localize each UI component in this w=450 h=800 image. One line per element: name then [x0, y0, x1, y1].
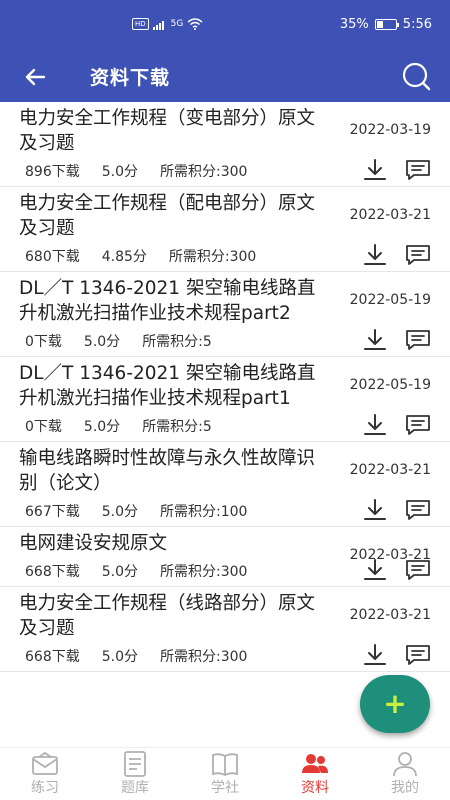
battery-percent: 35%	[339, 17, 369, 32]
item-title: 电力安全工作规程（配电部分）原文及习题	[19, 193, 316, 239]
nav-label: 资料	[301, 780, 329, 796]
item-title: DL／T 1346-2021 架空输电线路直升机激光扫描作业技术规程part2	[19, 278, 316, 324]
item-title: 电力安全工作规程（线路部分）原文及习题	[19, 593, 316, 639]
status-left: HD 5G	[132, 18, 203, 30]
nav-label: 题库	[121, 780, 149, 796]
back-arrow-icon[interactable]	[20, 62, 50, 92]
bottom-nav: 练习 题库 学社 资料 我的	[0, 747, 450, 800]
download-count: 0下载	[25, 334, 62, 350]
app-bar: 资料下载	[0, 52, 450, 102]
item-actions	[362, 643, 431, 667]
download-count: 668下载	[25, 649, 80, 665]
list-item[interactable]: DL／T 1346-2021 架空输电线路直升机激光扫描作业技术规程part1 2…	[0, 357, 450, 442]
nav-label: 学社	[211, 780, 239, 796]
download-count: 896下载	[25, 164, 80, 180]
required-points: 所需积分:100	[160, 504, 248, 520]
required-points: 所需积分:300	[160, 649, 248, 665]
clock: 5:56	[402, 17, 432, 32]
nav-item-2[interactable]: 学社	[180, 748, 270, 800]
rating: 4.85分	[101, 249, 147, 265]
item-date: 2022-05-19	[349, 377, 431, 393]
nav-item-4[interactable]: 我的	[360, 748, 450, 800]
required-points: 所需积分:5	[142, 334, 212, 350]
item-actions	[362, 243, 431, 267]
item-title: DL／T 1346-2021 架空输电线路直升机激光扫描作业技术规程part1	[19, 363, 316, 409]
download-count: 668下载	[25, 564, 80, 580]
list-item[interactable]: DL／T 1346-2021 架空输电线路直升机激光扫描作业技术规程part2 2…	[0, 272, 450, 357]
battery-icon	[374, 19, 399, 30]
comment-icon[interactable]	[405, 643, 431, 667]
rating: 5.0分	[101, 564, 138, 580]
page-title: 资料下载	[90, 67, 171, 89]
download-icon[interactable]	[362, 643, 388, 667]
item-date: 2022-03-21	[349, 462, 431, 478]
envelope-icon	[32, 751, 58, 775]
item-date: 2022-05-19	[349, 292, 431, 308]
item-title: 输电线路瞬时性故障与永久性故障识别（论文）	[19, 448, 316, 494]
comment-icon[interactable]	[405, 558, 431, 582]
status-bar: HD 5G 35% 5:56	[0, 0, 450, 52]
list-item[interactable]: 输电线路瞬时性故障与永久性故障识别（论文） 2022-03-21 667下载 5.0分…	[0, 442, 450, 527]
item-actions	[362, 558, 431, 582]
list-item[interactable]: 电力安全工作规程（配电部分）原文及习题 2022-03-21 680下载 4.85分 所…	[0, 187, 450, 272]
comment-icon[interactable]	[405, 498, 431, 522]
download-icon[interactable]	[362, 558, 388, 582]
download-icon[interactable]	[362, 413, 388, 437]
signal-icon	[152, 20, 164, 30]
comment-icon[interactable]	[405, 243, 431, 267]
wifi-icon	[187, 18, 203, 30]
person-icon	[393, 752, 417, 777]
rating: 5.0分	[83, 334, 121, 350]
rating: 5.0分	[101, 164, 138, 180]
download-icon[interactable]	[362, 243, 388, 267]
required-points: 所需积分:300	[160, 564, 248, 580]
list-item[interactable]: 电网建设安规原文 2022-03-21 668下载 5.0分 所需积分:300	[0, 527, 450, 587]
nav-item-0[interactable]: 练习	[0, 748, 90, 800]
item-date: 2022-03-19	[349, 122, 431, 138]
comment-icon[interactable]	[405, 158, 431, 182]
list-item[interactable]: 电力安全工作规程（变电部分）原文及习题 2022-03-19 896下载 5.0分 所需…	[0, 102, 450, 187]
comment-icon[interactable]	[405, 413, 431, 437]
download-icon[interactable]	[362, 158, 388, 182]
rating: 5.0分	[101, 504, 138, 520]
nav-item-3[interactable]: 资料	[270, 748, 360, 800]
network-type: 5G	[170, 19, 184, 29]
item-actions	[362, 413, 431, 437]
comment-icon[interactable]	[405, 328, 431, 352]
list-item[interactable]: 电力安全工作规程（线路部分）原文及习题 2022-03-21 668下载 5.0分 所需…	[0, 587, 450, 672]
item-date: 2022-03-21	[349, 207, 431, 223]
required-points: 所需积分:300	[160, 164, 248, 180]
item-actions	[362, 328, 431, 352]
add-fab-button[interactable]: +	[360, 675, 430, 733]
rating: 5.0分	[101, 649, 138, 665]
nav-label: 练习	[31, 780, 59, 796]
download-count: 680下载	[25, 249, 80, 265]
book-icon	[212, 753, 238, 777]
item-actions	[362, 498, 431, 522]
people-icon	[302, 754, 328, 773]
status-right: 35% 5:56	[340, 17, 432, 32]
download-icon[interactable]	[362, 328, 388, 352]
document-icon	[124, 751, 146, 777]
rating: 5.0分	[83, 419, 121, 435]
search-icon[interactable]	[400, 60, 432, 92]
required-points: 所需积分:5	[142, 419, 212, 435]
nav-item-1[interactable]: 题库	[90, 748, 180, 800]
item-date: 2022-03-21	[349, 607, 431, 623]
hd-icon: HD	[132, 18, 149, 30]
item-title: 电力安全工作规程（变电部分）原文及习题	[19, 108, 316, 154]
download-icon[interactable]	[362, 498, 388, 522]
document-list: 电力安全工作规程（变电部分）原文及习题 2022-03-19 896下载 5.0分 所需…	[0, 102, 450, 747]
required-points: 所需积分:300	[168, 249, 257, 265]
item-actions	[362, 158, 431, 182]
download-count: 667下载	[25, 504, 80, 520]
download-count: 0下载	[25, 419, 62, 435]
nav-label: 我的	[391, 780, 419, 796]
item-title: 电网建设安规原文	[19, 533, 168, 554]
plus-icon: +	[383, 687, 407, 720]
